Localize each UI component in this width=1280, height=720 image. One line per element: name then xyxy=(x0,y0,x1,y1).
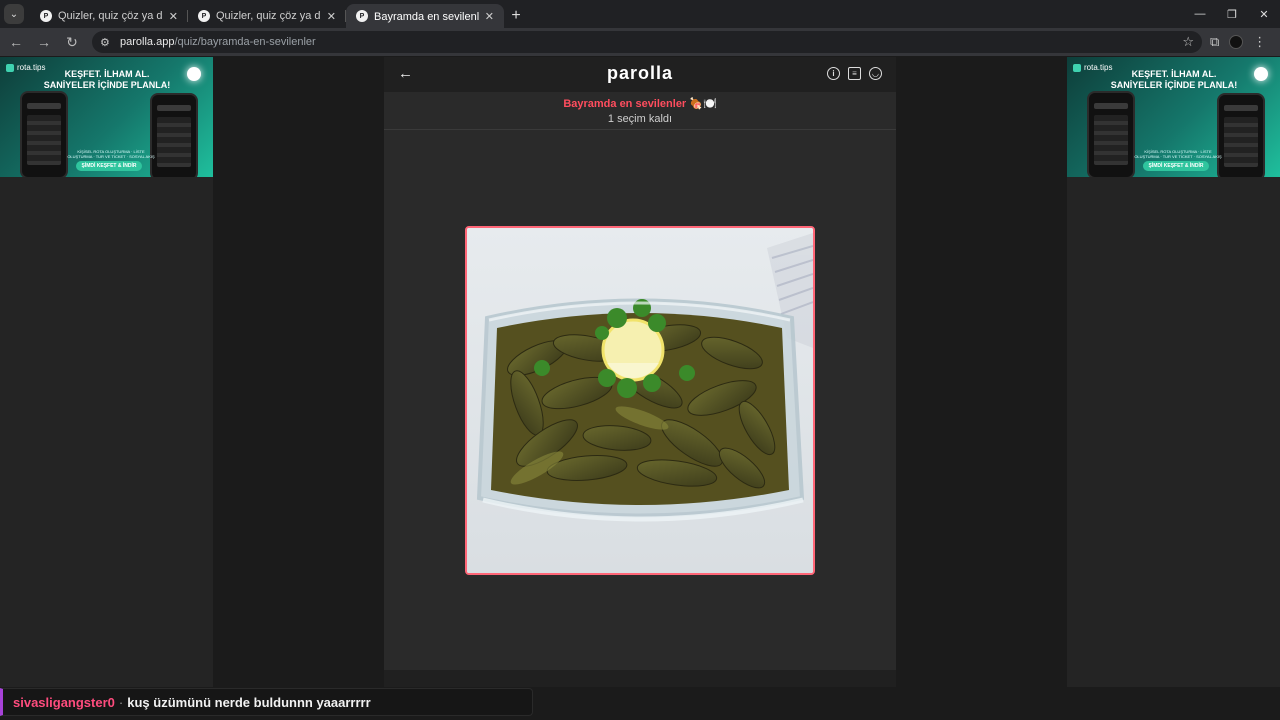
parolla-favicon: P xyxy=(356,10,368,22)
phone-image xyxy=(1087,91,1135,177)
quiz-title: Bayramda en sevilenler 🍖🍽️ xyxy=(563,98,717,110)
extensions-icon[interactable]: ⧉ xyxy=(1210,34,1219,50)
right-ad-column: rota.tips KEŞFET. İLHAM AL. SANİYELER İÇ… xyxy=(1067,57,1280,687)
tab-title: Bayramda en sevilenler 🍖🍽️ xyxy=(374,10,479,23)
app-logo[interactable]: parolla xyxy=(384,63,896,84)
site-settings-icon[interactable]: ⚙ xyxy=(100,36,114,49)
rota-logo-icon xyxy=(1073,63,1081,72)
comments-icon[interactable]: ≡ xyxy=(848,67,861,80)
ad-glow-dot xyxy=(187,67,201,81)
left-ad-column: rota.tips KEŞFET. İLHAM AL. SANİYELER İÇ… xyxy=(0,57,213,687)
more-menu-icon[interactable]: ⋮ xyxy=(1253,34,1266,50)
ad-brand: rota.tips xyxy=(1073,63,1112,72)
browser-toolbar: ← → ↻ ⚙ parolla.app/quiz/bayramda-en-sev… xyxy=(0,28,1280,56)
ad-glow-dot xyxy=(1254,67,1268,81)
ad-headline: KEŞFET. İLHAM AL. SANİYELER İÇİNDE PLANL… xyxy=(1110,69,1238,90)
quiz-info: Bayramda en sevilenler 🍖🍽️ 1 seçim kaldı xyxy=(384,92,896,130)
bookmark-star-icon[interactable]: ☆ xyxy=(1182,34,1194,50)
phone-image xyxy=(1217,93,1265,177)
tab-quizler-1[interactable]: P Quizler, quiz çöz ya da quiz oluştur ✕ xyxy=(30,4,188,28)
minimize-icon[interactable]: — xyxy=(1184,0,1216,28)
user-icon[interactable]: ◡ xyxy=(869,67,882,80)
ad-brand: rota.tips xyxy=(6,63,45,72)
ad-cta-button[interactable]: ŞİMDİ KEŞFET & İNDİR xyxy=(76,161,142,171)
restore-icon[interactable]: ❐ xyxy=(1216,0,1248,28)
back-arrow-icon[interactable]: ← xyxy=(4,30,28,54)
close-window-icon[interactable]: ✕ xyxy=(1248,0,1280,28)
chat-username: sivasligangster0 xyxy=(13,694,115,710)
tab-bayramda[interactable]: P Bayramda en sevilenler 🍖🍽️ ✕ xyxy=(346,4,504,28)
close-icon[interactable]: ✕ xyxy=(327,10,336,23)
dolma-photo xyxy=(467,228,813,573)
choice-card-image[interactable] xyxy=(465,226,815,575)
remaining-choices: 1 seçim kaldı xyxy=(607,113,673,125)
parolla-favicon: P xyxy=(40,10,52,22)
tab-title: Quizler, quiz çöz ya da quiz oluştur xyxy=(58,10,163,22)
info-icon[interactable]: i xyxy=(827,67,840,80)
page-content: rota.tips KEŞFET. İLHAM AL. SANİYELER İÇ… xyxy=(0,57,1280,687)
close-icon[interactable]: ✕ xyxy=(169,10,178,23)
ad-banner-right[interactable]: rota.tips KEŞFET. İLHAM AL. SANİYELER İÇ… xyxy=(1067,57,1280,177)
ad-headline: KEŞFET. İLHAM AL. SANİYELER İÇİNDE PLANL… xyxy=(43,69,171,90)
parolla-favicon: P xyxy=(198,10,210,22)
profile-avatar[interactable] xyxy=(1229,35,1244,49)
quiz-panel: ← parolla i ≡ ◡ Bayramda en sevilenler 🍖… xyxy=(384,57,896,687)
ad-banner-left[interactable]: rota.tips KEŞFET. İLHAM AL. SANİYELER İÇ… xyxy=(0,57,213,177)
ad-small-text: KİŞİSEL ROTA OLUŞTURMA · LİSTE OLUŞTURMA… xyxy=(1134,149,1222,159)
forward-arrow-icon[interactable]: → xyxy=(32,30,56,54)
panel-footer xyxy=(384,670,896,687)
chat-message: sivasligangster0 · kuş üzümünü nerde bul… xyxy=(0,688,533,716)
chat-separator: · xyxy=(118,694,124,710)
app-header: ← parolla i ≡ ◡ xyxy=(384,57,896,92)
chat-text: kuş üzümünü nerde buldunnn yaaarrrrr xyxy=(127,694,371,710)
url-host: parolla.app xyxy=(120,36,175,48)
address-bar[interactable]: ⚙ parolla.app/quiz/bayramda-en-sevilenle… xyxy=(92,31,1202,53)
phone-image xyxy=(150,93,198,177)
new-tab-button[interactable]: + xyxy=(504,4,528,28)
reload-icon[interactable]: ↻ xyxy=(60,30,84,54)
tab-search-button[interactable]: ⌄ xyxy=(4,4,24,24)
ad-small-text: KİŞİSEL ROTA OLUŞTURMA · LİSTE OLUŞTURMA… xyxy=(67,149,155,159)
rota-logo-icon xyxy=(6,63,14,72)
ad-cta-button[interactable]: ŞİMDİ KEŞFET & İNDİR xyxy=(1143,161,1209,171)
tab-strip: ⌄ P Quizler, quiz çöz ya da quiz oluştur… xyxy=(0,0,1280,28)
close-icon[interactable]: ✕ xyxy=(485,10,494,23)
tab-quizler-2[interactable]: P Quizler, quiz çöz ya da quiz oluştur ✕ xyxy=(188,4,346,28)
tab-title: Quizler, quiz çöz ya da quiz oluştur xyxy=(216,10,321,22)
url-path: /quiz/bayramda-en-sevilenler xyxy=(174,36,316,48)
window-controls: — ❐ ✕ xyxy=(1184,0,1280,28)
phone-image xyxy=(20,91,68,177)
